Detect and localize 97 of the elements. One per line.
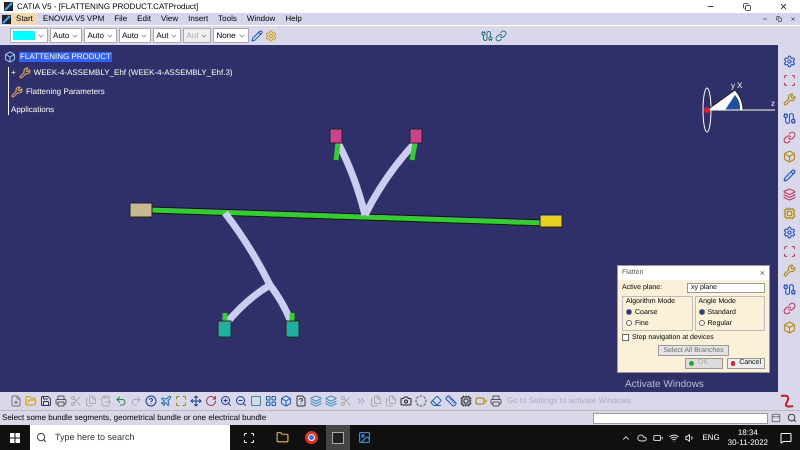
tree-item[interactable]: Flattening Parameters bbox=[26, 87, 105, 97]
undo-icon[interactable] bbox=[115, 395, 127, 407]
connector-icon[interactable] bbox=[494, 30, 507, 42]
component-icon bbox=[11, 86, 23, 98]
restore-icon[interactable] bbox=[776, 16, 782, 22]
cloud-icon[interactable] bbox=[637, 432, 648, 442]
window-title: CATIA V5 - [FLATTENING PRODUCT.CATProduct] bbox=[17, 2, 198, 10]
radio-button[interactable] bbox=[698, 320, 704, 326]
pan-icon[interactable] bbox=[190, 395, 202, 407]
windows-logo-icon[interactable] bbox=[10, 432, 20, 442]
taskbar-search-field[interactable]: Type here to search bbox=[30, 425, 230, 450]
tool-icon[interactable] bbox=[782, 131, 796, 144]
menu-item[interactable]: Edit bbox=[132, 13, 156, 25]
dropdown[interactable]: Auto bbox=[50, 28, 82, 43]
menu-item[interactable]: Tools bbox=[213, 13, 242, 25]
layers-icon[interactable] bbox=[325, 395, 337, 407]
axis-label: z bbox=[771, 99, 775, 108]
dropdown-value: Aut bbox=[156, 32, 168, 40]
expander[interactable]: + bbox=[11, 69, 16, 77]
printer-icon[interactable] bbox=[490, 395, 502, 407]
tool-icon[interactable] bbox=[782, 74, 796, 87]
tool-icon[interactable] bbox=[782, 188, 796, 201]
search-icon[interactable] bbox=[787, 413, 797, 423]
tree-item[interactable]: FLATTENING PRODUCT bbox=[19, 52, 112, 62]
product-icon bbox=[4, 51, 16, 63]
axis-label: y bbox=[731, 81, 735, 90]
command-field[interactable] bbox=[593, 412, 768, 424]
menu-item[interactable]: File bbox=[109, 13, 132, 25]
dropdown-value: Aut bbox=[186, 32, 198, 40]
tool-icon[interactable] bbox=[782, 283, 796, 296]
app-logo-icon bbox=[2, 14, 11, 24]
close-button[interactable]: × bbox=[760, 268, 765, 278]
cube-icon[interactable] bbox=[280, 395, 292, 407]
wifi-icon[interactable] bbox=[669, 432, 680, 442]
tool-icon[interactable] bbox=[782, 169, 796, 182]
zoom-out-icon[interactable] bbox=[235, 395, 247, 407]
connector-icon[interactable] bbox=[480, 30, 493, 42]
folder-icon[interactable] bbox=[276, 431, 289, 444]
axis-label: X bbox=[737, 81, 742, 90]
tool-icon[interactable] bbox=[782, 226, 796, 239]
panel-icon[interactable] bbox=[771, 413, 781, 423]
menu-item[interactable]: Help bbox=[280, 13, 307, 25]
tree-item[interactable]: Applications bbox=[11, 105, 54, 115]
radio-button[interactable] bbox=[698, 309, 704, 315]
measure-icon[interactable] bbox=[445, 395, 457, 407]
radio-button[interactable] bbox=[626, 320, 632, 326]
menu-item[interactable]: Insert bbox=[183, 13, 214, 25]
help-icon[interactable] bbox=[145, 395, 157, 407]
browser-icon[interactable] bbox=[305, 431, 318, 444]
photos-icon[interactable] bbox=[358, 431, 371, 444]
new-document-icon[interactable] bbox=[10, 395, 22, 407]
language-indicator[interactable]: ENG bbox=[702, 432, 720, 444]
dropdown-value: Auto bbox=[87, 32, 104, 40]
speaker-icon[interactable] bbox=[685, 432, 696, 442]
menu-item[interactable]: Window bbox=[242, 13, 280, 25]
camera-icon[interactable] bbox=[400, 395, 412, 407]
dropdown[interactable]: Auto bbox=[84, 28, 117, 43]
zoom-in-icon[interactable] bbox=[220, 395, 232, 407]
dropdown[interactable]: Aut bbox=[153, 28, 182, 43]
tool-icon[interactable] bbox=[782, 302, 796, 315]
question-icon[interactable] bbox=[295, 395, 307, 407]
printer-icon[interactable] bbox=[55, 395, 67, 407]
status-message: Select some bundle segments, geometrical bundle or one electrical bundle bbox=[1, 412, 268, 424]
activation-title: Activate Windows bbox=[625, 380, 704, 390]
tool-icon[interactable] bbox=[782, 112, 796, 125]
search-icon bbox=[36, 432, 47, 443]
app-taskbar-icon[interactable] bbox=[326, 425, 350, 450]
radio-button[interactable] bbox=[626, 309, 632, 315]
tree-item[interactable]: WEEK-4-ASSEMBLY_Ehf (WEEK-4-ASSEMBLY_Ehf.3) bbox=[34, 68, 233, 78]
plane-icon[interactable] bbox=[160, 395, 172, 407]
save-icon[interactable] bbox=[40, 395, 52, 407]
search-placeholder: Type here to search bbox=[55, 430, 135, 444]
close-icon[interactable] bbox=[790, 16, 796, 22]
tool-icon[interactable] bbox=[782, 245, 796, 258]
multi-view-icon[interactable] bbox=[265, 395, 277, 407]
eraser-icon[interactable] bbox=[430, 395, 442, 407]
notification-icon[interactable] bbox=[780, 432, 792, 444]
device-icon[interactable] bbox=[460, 395, 472, 407]
dropdown-value: None bbox=[216, 32, 236, 40]
dropdown-value: Auto bbox=[122, 32, 138, 40]
menu-item[interactable]: Start bbox=[11, 13, 38, 25]
checkbox[interactable] bbox=[622, 334, 629, 342]
component-icon bbox=[18, 67, 31, 79]
rotate-icon[interactable] bbox=[205, 395, 217, 407]
menu-item[interactable]: View bbox=[156, 13, 184, 25]
restore-icon[interactable] bbox=[743, 2, 751, 10]
clock-time[interactable]: 18:34 bbox=[738, 428, 758, 438]
dropdown[interactable]: Auto bbox=[118, 28, 152, 43]
clock-date[interactable]: 30-11-2022 bbox=[728, 438, 768, 448]
app-logo-icon bbox=[4, 2, 13, 11]
dropdown[interactable]: None bbox=[213, 28, 249, 43]
close-icon[interactable] bbox=[779, 2, 788, 11]
task-view-icon[interactable] bbox=[243, 432, 255, 444]
tool-icon[interactable] bbox=[782, 55, 796, 68]
menu-item[interactable]: ENOVIA V5 VPM bbox=[38, 13, 110, 25]
battery-icon[interactable] bbox=[653, 432, 664, 442]
dropdown-value: Auto bbox=[53, 32, 70, 40]
